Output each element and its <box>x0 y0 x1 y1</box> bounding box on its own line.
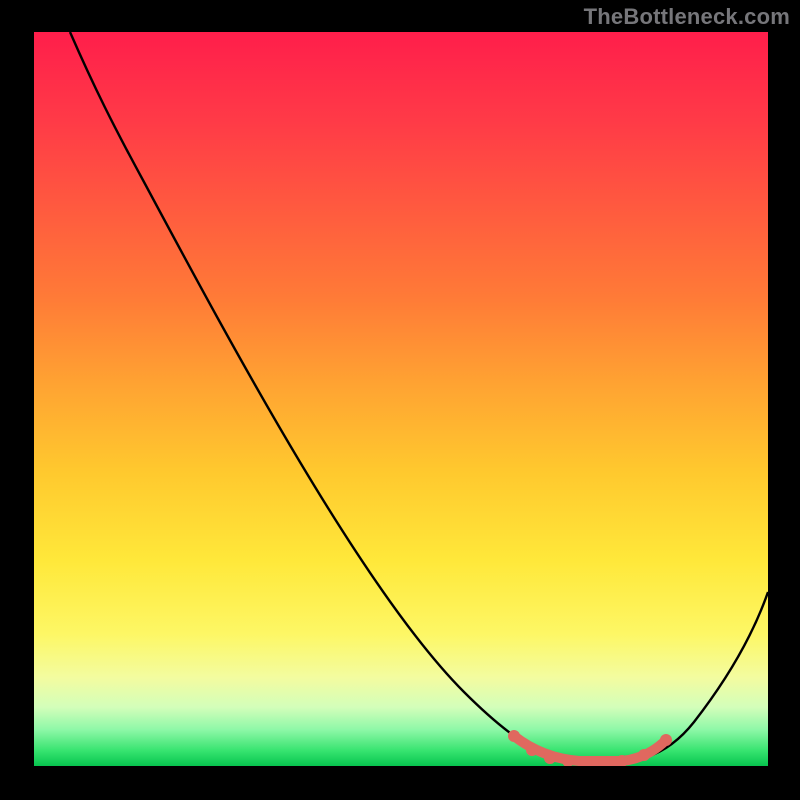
watermark-text: TheBottleneck.com <box>584 4 790 30</box>
bottleneck-curve <box>34 32 768 766</box>
chart-frame: TheBottleneck.com <box>0 0 800 800</box>
marker-dot <box>526 744 538 756</box>
curve-path <box>70 32 768 763</box>
marker-dot <box>544 752 556 764</box>
marker-dot <box>638 749 650 761</box>
marker-dot <box>508 730 520 742</box>
marker-dot <box>660 734 672 746</box>
plot-area <box>34 32 768 766</box>
